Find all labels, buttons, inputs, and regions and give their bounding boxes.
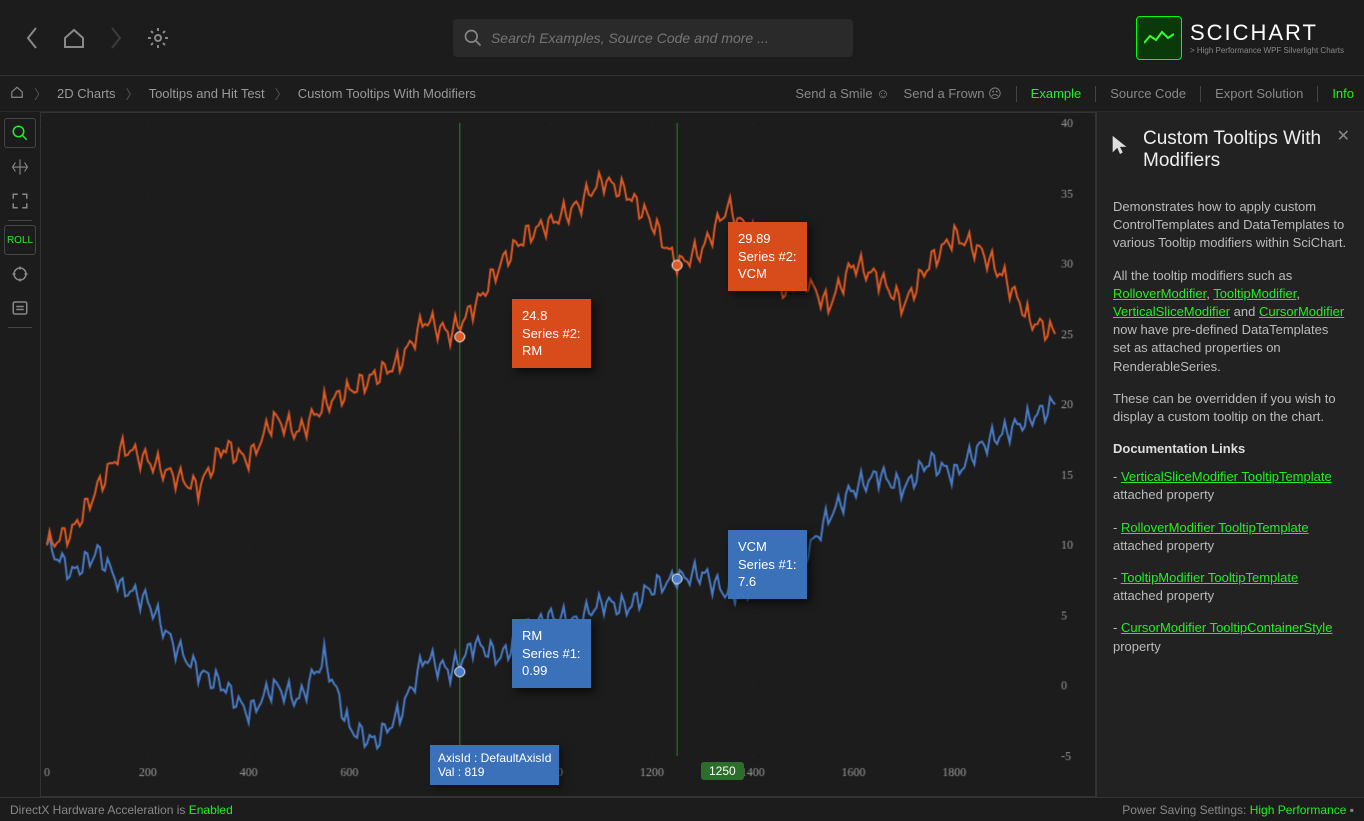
chevron-right-icon: 〉 xyxy=(34,84,47,103)
tab-example[interactable]: Example xyxy=(1031,86,1082,101)
logo-tagline: > High Performance WPF Silverlight Chart… xyxy=(1190,46,1344,55)
doc-link-1: - VerticalSliceModifier TooltipTemplate … xyxy=(1113,468,1348,504)
breadcrumb-home-icon[interactable] xyxy=(10,85,24,102)
pan-tool-icon[interactable] xyxy=(4,152,36,182)
doc-links-heading: Documentation Links xyxy=(1113,440,1348,458)
breadcrumb: 〉 2D Charts 〉 Tooltips and Hit Test 〉 Cu… xyxy=(10,84,476,103)
info-title: Custom Tooltips With Modifiers xyxy=(1143,128,1348,172)
tab-export-solution[interactable]: Export Solution xyxy=(1215,86,1303,101)
breadcrumb-tooltips[interactable]: Tooltips and Hit Test xyxy=(149,86,265,101)
logo-text: SCICHART xyxy=(1190,20,1344,46)
doc-link-2: - RolloverModifier TooltipTemplate attac… xyxy=(1113,519,1348,555)
send-smile-link[interactable]: Send a Smile ☺ xyxy=(795,86,889,101)
search-box[interactable] xyxy=(453,19,853,57)
zoom-tool-icon[interactable] xyxy=(4,118,36,148)
smile-icon: ☺ xyxy=(876,86,889,101)
subbar: 〉 2D Charts 〉 Tooltips and Hit Test 〉 Cu… xyxy=(0,76,1364,112)
fullscreen-tool-icon[interactable] xyxy=(4,186,36,216)
gear-icon[interactable] xyxy=(146,26,170,50)
chart-surface[interactable]: 24.8Series #2:RM 29.89Series #2:VCM VCMS… xyxy=(40,112,1096,797)
tooltip-vcm-series2: 29.89Series #2:VCM xyxy=(728,222,807,291)
crosshair-tool-icon[interactable] xyxy=(4,259,36,289)
doc-link-4: - CursorModifier TooltipContainerStyle p… xyxy=(1113,619,1348,655)
logo-icon xyxy=(1136,16,1182,60)
search-icon xyxy=(463,28,483,48)
statusbar: DirectX Hardware Acceleration is Enabled… xyxy=(0,797,1364,821)
separator xyxy=(8,220,32,221)
info-p1: Demonstrates how to apply custom Control… xyxy=(1113,198,1348,253)
info-p3: These can be overridden if you wish to d… xyxy=(1113,390,1348,426)
tooltip-rm-series1: RMSeries #1:0.99 xyxy=(512,619,591,688)
link-tooltip[interactable]: TooltipModifier xyxy=(1213,286,1296,301)
back-icon[interactable] xyxy=(20,26,44,50)
send-frown-link[interactable]: Send a Frown ☹ xyxy=(904,86,1002,102)
frown-icon: ☹ xyxy=(988,86,1002,101)
chevron-right-icon: 〉 xyxy=(275,84,288,103)
tab-source-code[interactable]: Source Code xyxy=(1110,86,1186,101)
left-toolbar: ROLL xyxy=(0,112,40,797)
forward-icon[interactable] xyxy=(104,26,128,50)
home-icon[interactable] xyxy=(62,26,86,50)
tooltip-rm-series2: 24.8Series #2:RM xyxy=(512,299,591,368)
x-axis-info-label: AxisId : DefaultAxisIdVal : 819 xyxy=(430,745,559,785)
status-directx: DirectX Hardware Acceleration is Enabled xyxy=(10,803,233,817)
info-p2: All the tooltip modifiers such as Rollov… xyxy=(1113,267,1348,376)
tab-info[interactable]: Info xyxy=(1332,86,1354,101)
cursor-icon xyxy=(1109,132,1131,161)
topbar: SCICHART > High Performance WPF Silverli… xyxy=(0,0,1364,76)
rollover-tool[interactable]: ROLL xyxy=(4,225,36,255)
legend-tool-icon[interactable] xyxy=(4,293,36,323)
breadcrumb-2d-charts[interactable]: 2D Charts xyxy=(57,86,116,101)
status-power[interactable]: Power Saving Settings: High Performance … xyxy=(1122,803,1354,817)
info-panel: ✕ Custom Tooltips With Modifiers Demonst… xyxy=(1096,112,1364,797)
link-rollover[interactable]: RolloverModifier xyxy=(1113,286,1206,301)
doc-link-3: - TooltipModifier TooltipTemplate attach… xyxy=(1113,569,1348,605)
logo[interactable]: SCICHART > High Performance WPF Silverli… xyxy=(1136,16,1344,60)
separator xyxy=(8,327,32,328)
link-cursor[interactable]: CursorModifier xyxy=(1259,304,1344,319)
tooltip-vcm-series1: VCMSeries #1:7.6 xyxy=(728,530,807,599)
link-verticalslice[interactable]: VerticalSliceModifier xyxy=(1113,304,1230,319)
nav-buttons xyxy=(20,26,170,50)
close-icon[interactable]: ✕ xyxy=(1337,126,1350,146)
breadcrumb-current[interactable]: Custom Tooltips With Modifiers xyxy=(298,86,476,101)
search-input[interactable] xyxy=(491,30,843,46)
chart-canvas[interactable] xyxy=(41,113,1095,796)
x-axis-tick-label: 1250 xyxy=(701,762,744,780)
chevron-right-icon: 〉 xyxy=(126,84,139,103)
